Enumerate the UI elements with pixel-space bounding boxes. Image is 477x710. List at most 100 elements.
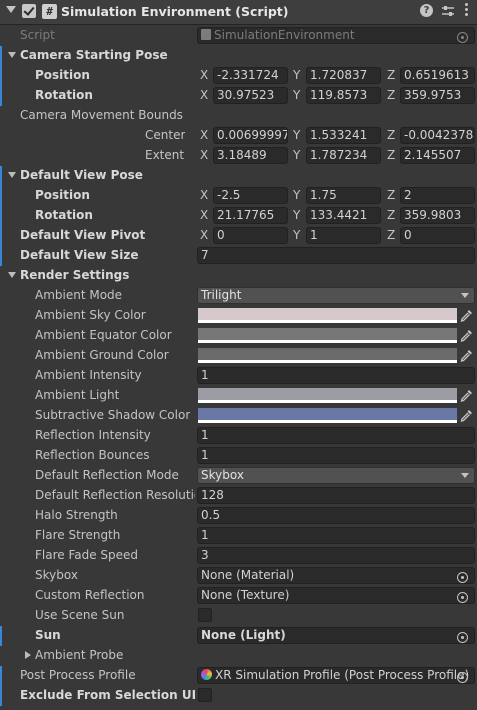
- custom-reflection-field[interactable]: None (Texture): [197, 587, 475, 604]
- render-settings-label: Render Settings: [20, 268, 130, 282]
- default-view-size-field[interactable]: 7: [197, 247, 475, 264]
- post-process-profile-field[interactable]: XR Simulation Profile (Post Process Prof…: [197, 667, 475, 684]
- ambient-mode-value: Trilight: [201, 288, 242, 302]
- use-scene-sun-row: Use Scene Sun: [0, 606, 477, 626]
- ambient-intensity-field[interactable]: 1: [197, 367, 475, 384]
- exclude-from-selection-ui-checkbox[interactable]: [198, 688, 212, 702]
- skybox-field[interactable]: None (Material): [197, 567, 475, 584]
- object-picker-icon[interactable]: [457, 572, 468, 583]
- component-enabled-checkbox[interactable]: [22, 4, 36, 18]
- default-reflection-resolution-field[interactable]: 128: [197, 487, 475, 504]
- eyedropper-icon[interactable]: [460, 409, 473, 422]
- object-picker-icon[interactable]: [457, 672, 468, 683]
- ambient-ground-color-label: Ambient Ground Color: [35, 348, 169, 362]
- position-z-field[interactable]: 2: [400, 187, 475, 204]
- center-label: Center: [145, 128, 186, 142]
- x-axis-label: X: [200, 148, 209, 162]
- extent-y-field[interactable]: 1.787234: [306, 147, 381, 164]
- halo-strength-label: Halo Strength: [35, 508, 118, 522]
- object-picker-icon[interactable]: [457, 632, 468, 643]
- color-swatch: [198, 308, 457, 320]
- color-swatch: [198, 328, 457, 340]
- rotation-y-field[interactable]: 133.4421: [306, 207, 381, 224]
- reflection-intensity-field[interactable]: 1: [197, 427, 475, 444]
- use-scene-sun-checkbox[interactable]: [198, 608, 212, 622]
- ambient-light-color-field[interactable]: [198, 388, 457, 404]
- custom-reflection-row: Custom Reflection None (Texture): [0, 586, 477, 606]
- y-axis-label: Y: [293, 148, 301, 162]
- foldout-arrow-icon[interactable]: [8, 52, 16, 58]
- exclude-from-selection-ui-label: Exclude From Selection UI: [20, 688, 197, 702]
- foldout-arrow-icon[interactable]: [6, 6, 16, 13]
- camera-starting-pose-header[interactable]: Camera Starting Pose: [0, 46, 477, 66]
- bounds-center-row: Center X 0.00699997 Y 1.533241 Z -0.0042…: [0, 126, 477, 146]
- ambient-mode-dropdown[interactable]: Trilight: [197, 287, 475, 304]
- eyedropper-icon[interactable]: [460, 349, 473, 362]
- rotation-y-field[interactable]: 119.8573: [306, 87, 381, 104]
- extent-label: Extent: [145, 148, 185, 162]
- default-view-size-label: Default View Size: [20, 248, 139, 262]
- presets-icon[interactable]: [441, 4, 455, 18]
- alpha-bar: [198, 420, 457, 423]
- position-y-field[interactable]: 1.75: [306, 187, 381, 204]
- default-reflection-resolution-label: Default Reflection Resolution: [35, 488, 195, 502]
- y-axis-label: Y: [293, 68, 301, 82]
- eyedropper-icon[interactable]: [460, 309, 473, 322]
- reflection-bounces-row: Reflection Bounces 1: [0, 446, 477, 466]
- extent-z-field[interactable]: 2.145507: [400, 147, 475, 164]
- rotation-x-field[interactable]: 30.97523: [213, 87, 288, 104]
- post-process-profile-label: Post Process Profile: [20, 668, 136, 682]
- position-x-field[interactable]: -2.331724: [213, 67, 288, 84]
- component-title: Simulation Environment (Script): [61, 4, 289, 19]
- reflection-bounces-field[interactable]: 1: [197, 447, 475, 464]
- center-x-field[interactable]: 0.00699997: [213, 127, 288, 144]
- position-z-field[interactable]: 0.6519613: [400, 67, 475, 84]
- x-axis-label: X: [200, 128, 209, 142]
- foldout-arrow-icon[interactable]: [8, 272, 16, 278]
- foldout-arrow-icon[interactable]: [25, 651, 31, 659]
- sun-field[interactable]: None (Light): [197, 627, 475, 644]
- center-y-field[interactable]: 1.533241: [306, 127, 381, 144]
- ambient-sky-color-field[interactable]: [198, 308, 457, 324]
- default-reflection-mode-dropdown[interactable]: Skybox: [197, 467, 475, 484]
- script-field[interactable]: SimulationEnvironment: [197, 27, 475, 44]
- pivot-z-field[interactable]: 0: [400, 227, 475, 244]
- render-settings-header[interactable]: Render Settings: [0, 266, 477, 286]
- extent-x-field[interactable]: 3.18489: [213, 147, 288, 164]
- center-z-field[interactable]: -0.00423784: [400, 127, 475, 144]
- ambient-ground-color-field[interactable]: [198, 348, 457, 364]
- flare-fade-speed-field[interactable]: 3: [197, 547, 475, 564]
- object-picker-icon[interactable]: [457, 592, 468, 603]
- post-process-profile-row: Post Process Profile XR Simulation Profi…: [0, 666, 477, 686]
- rotation-z-field[interactable]: 359.9753: [400, 87, 475, 104]
- subtractive-shadow-color-row: Subtractive Shadow Color: [0, 406, 477, 426]
- script-field-value: SimulationEnvironment: [214, 28, 355, 42]
- default-reflection-mode-value: Skybox: [201, 468, 244, 482]
- pivot-x-field[interactable]: 0: [213, 227, 288, 244]
- default-view-pose-header[interactable]: Default View Pose: [0, 166, 477, 186]
- alpha-bar: [198, 400, 457, 403]
- alpha-bar: [198, 340, 457, 343]
- position-x-field[interactable]: -2.5: [213, 187, 288, 204]
- ambient-probe-row[interactable]: Ambient Probe: [0, 646, 477, 666]
- reflection-bounces-label: Reflection Bounces: [35, 448, 150, 462]
- ambient-equator-color-field[interactable]: [198, 328, 457, 344]
- foldout-arrow-icon[interactable]: [8, 172, 16, 178]
- rotation-z-field[interactable]: 359.9803: [400, 207, 475, 224]
- help-icon[interactable]: ?: [420, 4, 433, 17]
- eyedropper-icon[interactable]: [460, 329, 473, 342]
- pivot-y-field[interactable]: 1: [306, 227, 381, 244]
- subtractive-shadow-color-field[interactable]: [198, 408, 457, 424]
- alpha-bar: [198, 320, 457, 323]
- x-axis-label: X: [200, 88, 209, 102]
- x-axis-label: X: [200, 68, 209, 82]
- halo-strength-field[interactable]: 0.5: [197, 507, 475, 524]
- more-options-icon[interactable]: [463, 3, 469, 18]
- rotation-label: Rotation: [35, 88, 93, 102]
- flare-strength-field[interactable]: 1: [197, 527, 475, 544]
- camera-starting-position-row: Position X -2.331724 Y 1.720837 Z 0.6519…: [0, 66, 477, 86]
- ambient-mode-label: Ambient Mode: [35, 288, 123, 302]
- rotation-x-field[interactable]: 21.17765: [213, 207, 288, 224]
- eyedropper-icon[interactable]: [460, 389, 473, 402]
- position-y-field[interactable]: 1.720837: [306, 67, 381, 84]
